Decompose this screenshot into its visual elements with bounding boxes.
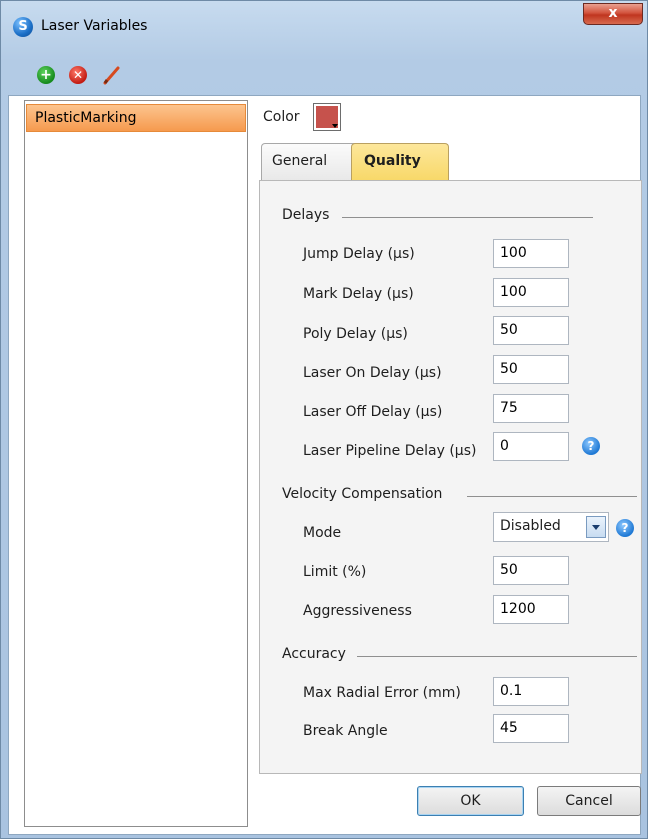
- aggressiveness-input[interactable]: [493, 595, 569, 624]
- mode-label: Mode: [303, 525, 342, 541]
- variables-list[interactable]: PlasticMarking: [24, 100, 248, 827]
- laser-off-delay-input[interactable]: [493, 394, 569, 423]
- color-picker-button[interactable]: [313, 103, 341, 131]
- laser-on-delay-label: Laser On Delay (µs): [303, 365, 442, 381]
- jump-delay-label: Jump Delay (µs): [303, 246, 415, 262]
- chevron-down-icon: [592, 525, 600, 530]
- mode-dropdown-button[interactable]: [586, 516, 606, 538]
- laser-off-delay-label: Laser Off Delay (µs): [303, 404, 443, 420]
- laser-on-delay-input[interactable]: [493, 355, 569, 384]
- mode-select[interactable]: Disabled: [493, 512, 609, 542]
- cancel-button[interactable]: Cancel: [537, 786, 641, 816]
- laser-pipeline-delay-label: Laser Pipeline Delay (µs): [303, 443, 477, 459]
- limit-label: Limit (%): [303, 564, 367, 580]
- limit-input[interactable]: [493, 556, 569, 585]
- tab-general[interactable]: General: [261, 143, 361, 181]
- break-angle-input[interactable]: [493, 714, 569, 743]
- delays-divider: [342, 217, 593, 218]
- aggressiveness-label: Aggressiveness: [303, 603, 412, 619]
- accuracy-divider: [357, 656, 637, 657]
- tab-quality[interactable]: Quality: [351, 143, 449, 181]
- pipeline-help-icon[interactable]: ?: [582, 437, 600, 455]
- toolbar: + ✕: [1, 55, 647, 95]
- max-radial-error-label: Max Radial Error (mm): [303, 685, 461, 701]
- delays-group-header: Delays: [282, 207, 330, 223]
- close-button[interactable]: x: [583, 3, 643, 25]
- app-logo-icon: S: [13, 17, 33, 37]
- mode-help-icon[interactable]: ?: [616, 519, 634, 537]
- jump-delay-input[interactable]: [493, 239, 569, 268]
- poly-delay-label: Poly Delay (µs): [303, 326, 408, 342]
- window-title: Laser Variables: [41, 18, 148, 34]
- velocity-group-header: Velocity Compensation: [282, 486, 443, 502]
- ok-button[interactable]: OK: [417, 786, 524, 816]
- mark-delay-input[interactable]: [493, 278, 569, 307]
- delete-icon[interactable]: ✕: [69, 66, 87, 84]
- title-bar[interactable]: S Laser Variables x: [1, 1, 647, 55]
- laser-pipeline-delay-input[interactable]: [493, 432, 569, 461]
- max-radial-error-input[interactable]: [493, 677, 569, 706]
- laser-variables-dialog: S Laser Variables x + ✕ PlasticMarking C…: [0, 0, 648, 839]
- mode-selected-value: Disabled: [500, 518, 561, 534]
- dropdown-arrow-icon: [332, 124, 338, 128]
- accuracy-group-header: Accuracy: [282, 646, 346, 662]
- add-icon[interactable]: +: [37, 66, 55, 84]
- color-label: Color: [263, 109, 300, 125]
- mark-delay-label: Mark Delay (µs): [303, 286, 414, 302]
- edit-pencil-icon[interactable]: [99, 63, 123, 87]
- list-item-plasticmarking[interactable]: PlasticMarking: [26, 104, 246, 132]
- velocity-divider: [467, 496, 637, 497]
- poly-delay-input[interactable]: [493, 316, 569, 345]
- break-angle-label: Break Angle: [303, 723, 388, 739]
